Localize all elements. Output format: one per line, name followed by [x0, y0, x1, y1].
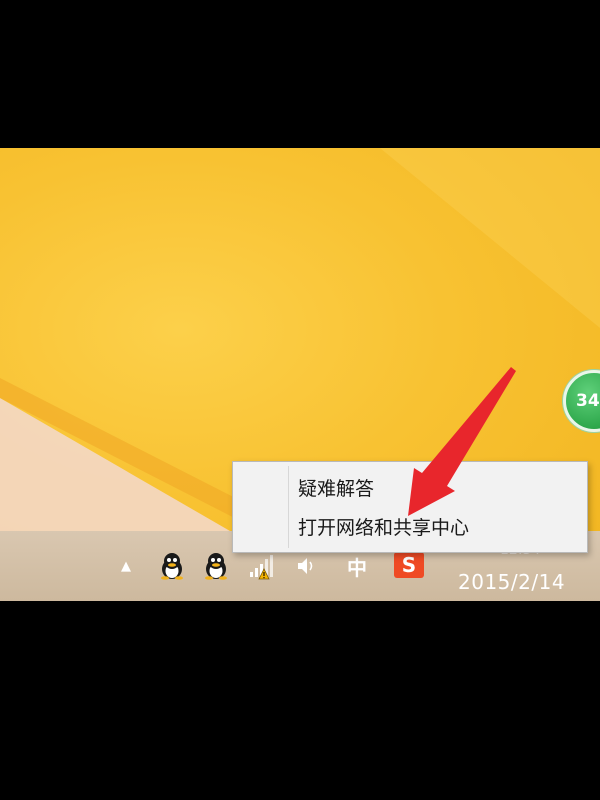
sogou-icon: S [401, 553, 417, 577]
volume-tray-icon[interactable] [294, 552, 320, 580]
menu-item-troubleshoot[interactable]: 疑难解答 [236, 469, 584, 505]
clock-date[interactable]: 2015/2/14 [458, 570, 590, 596]
menu-item-label: 打开网络和共享中心 [298, 516, 470, 539]
qq-icon [161, 553, 183, 580]
input-method-indicator[interactable]: 中 [342, 552, 372, 580]
ime-label: 中 [347, 555, 367, 580]
desktop-screen: 34 12:34 ▲ [0, 148, 600, 601]
volume-icon [298, 558, 313, 574]
gauge-value: 34 [576, 391, 600, 411]
network-tray-icon[interactable] [246, 552, 276, 580]
show-hidden-icons-button[interactable]: ▲ [115, 552, 137, 580]
menu-item-label: 疑难解答 [298, 477, 375, 500]
qq-icon [205, 553, 227, 580]
qq-tray-icon-2[interactable] [201, 552, 231, 580]
chevron-up-icon: ▲ [121, 558, 131, 574]
network-context-menu: 疑难解答 打开网络和共享中心 [232, 461, 588, 553]
network-warning-icon [250, 555, 273, 580]
sogou-ime-tray-icon[interactable]: S [394, 552, 424, 578]
qq-tray-icon-1[interactable] [157, 552, 187, 580]
menu-item-open-network-center[interactable]: 打开网络和共享中心 [236, 508, 584, 544]
